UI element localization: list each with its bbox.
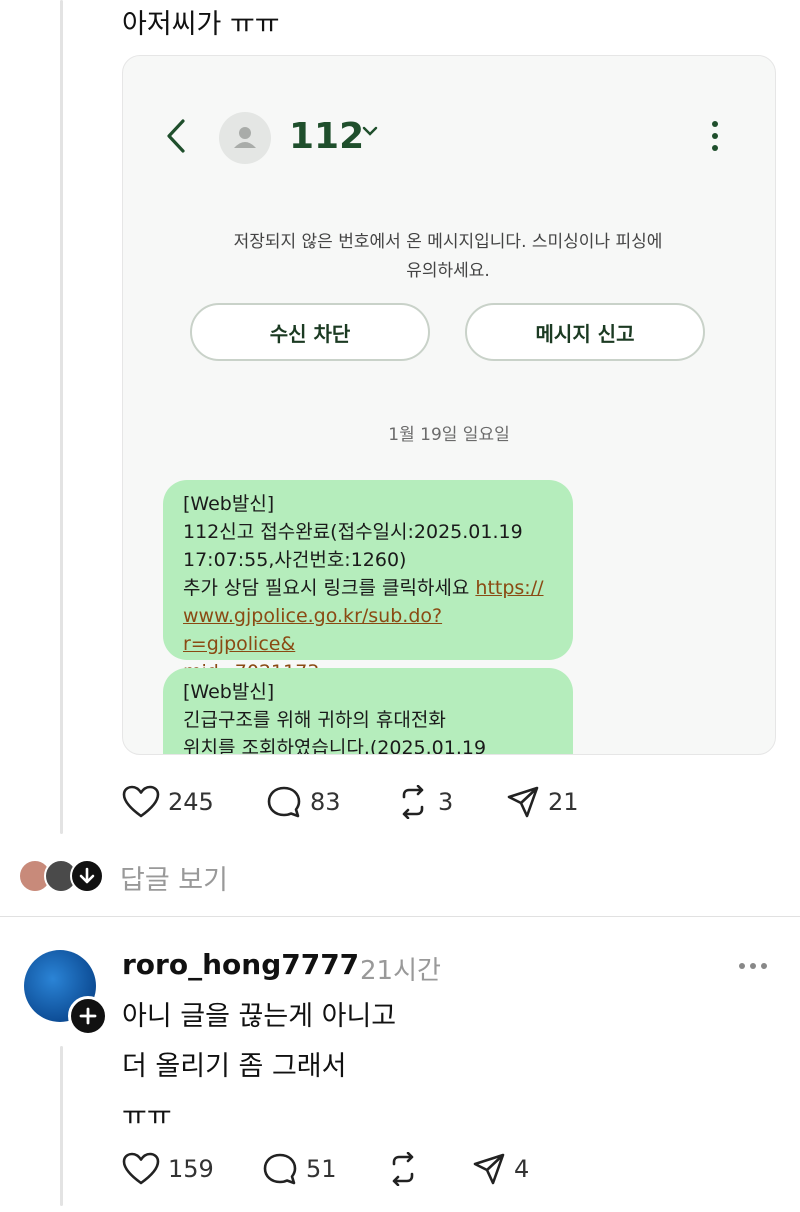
reply-text: 더 올리기 좀 그래서 [122, 1051, 347, 1082]
like-count: 245 [168, 788, 214, 816]
send-icon [507, 786, 539, 818]
more-options-icon[interactable] [738, 962, 768, 970]
repost-icon [402, 785, 424, 819]
comment-icon [267, 786, 301, 818]
like-count: 159 [168, 1155, 214, 1183]
heart-icon [122, 785, 160, 818]
repost-button[interactable]: 3 [396, 785, 453, 819]
comment-button[interactable]: 83 [266, 785, 341, 819]
view-replies-label: 답글 보기 [120, 865, 228, 896]
follow-button[interactable] [68, 996, 108, 1036]
heart-icon [122, 1152, 160, 1185]
repost-icon [392, 1152, 414, 1186]
attached-image[interactable]: 112 저장되지 않은 번호에서 온 메시지입니다. 스미싱이나 피싱에 유의하… [122, 55, 776, 755]
share-button[interactable]: 21 [506, 785, 579, 819]
message-bubble: [Web발신] 112신고 접수완료(접수일시:2025.01.19 17:07… [163, 480, 573, 683]
spam-warning: 저장되지 않은 번호에서 온 메시지입니다. 스미싱이나 피싱에 유의하세요. [233, 232, 663, 281]
plus-icon [79, 1007, 97, 1025]
report-button: 메시지 신고 [465, 303, 705, 361]
thread-line [60, 1046, 63, 1206]
message-link: https:// [475, 577, 544, 599]
post-text: 아저씨가 ㅠㅠ [122, 9, 280, 40]
date-separator: 1월 19일 일요일 [388, 425, 510, 445]
contact-name: 112 [289, 116, 365, 157]
reply-text: 아니 글을 끊는게 아니고 [122, 1001, 397, 1032]
person-icon [234, 127, 256, 148]
arrow-down-icon [79, 867, 95, 884]
timestamp: 21시간 [360, 956, 441, 986]
back-arrow-icon [167, 119, 185, 153]
thread-line [60, 0, 63, 834]
repost-count: 3 [438, 788, 454, 816]
avatar [70, 859, 104, 893]
repost-button[interactable] [386, 1152, 420, 1186]
send-icon [473, 1153, 505, 1185]
share-count: 4 [514, 1155, 530, 1183]
username[interactable]: roro_hong7777 [122, 948, 359, 981]
block-button: 수신 차단 [190, 303, 430, 361]
message-bubble: [Web발신] 긴급구조를 위해 귀하의 휴대전화 위치를 조회하였습니다.(2… [163, 668, 573, 754]
divider [0, 916, 800, 917]
comment-button[interactable]: 51 [262, 1152, 337, 1186]
share-button[interactable]: 4 [472, 1152, 529, 1186]
more-options-icon [712, 121, 718, 151]
chevron-down-icon [362, 126, 378, 136]
comment-icon [263, 1153, 297, 1185]
reply-text: ㅠㅠ [122, 1101, 172, 1132]
like-button[interactable]: 245 [122, 785, 214, 819]
like-button[interactable]: 159 [122, 1152, 214, 1186]
comment-count: 83 [310, 788, 341, 816]
share-count: 21 [548, 788, 579, 816]
contact-avatar [219, 112, 271, 164]
comment-count: 51 [306, 1155, 337, 1183]
